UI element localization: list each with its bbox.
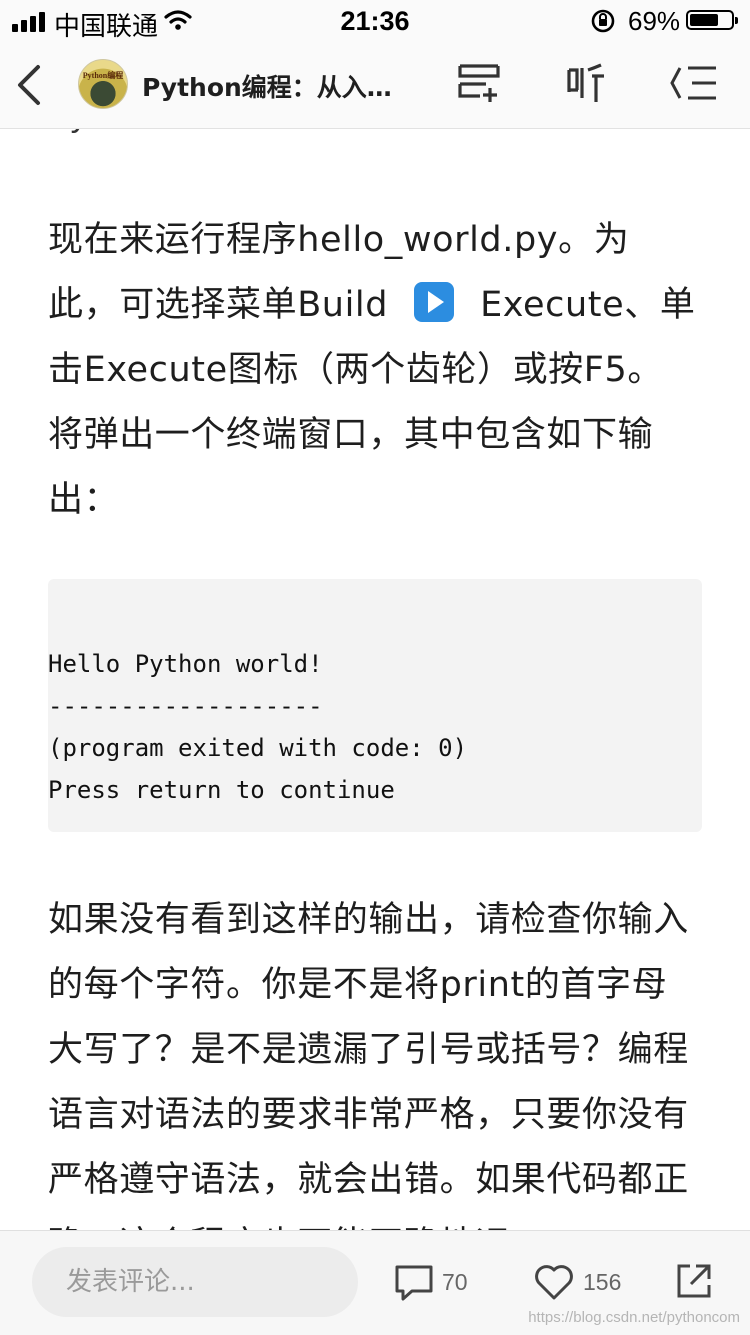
chevron-left-icon[interactable]	[14, 64, 44, 106]
share-icon[interactable]	[676, 1263, 712, 1299]
battery-icon	[686, 10, 738, 30]
book-cover-avatar[interactable]: Python编程	[78, 59, 128, 109]
code-block: Hello Python world! ------------------- …	[48, 579, 702, 832]
play-arrow-icon	[414, 282, 455, 322]
code-line: (program exited with code: 0)	[48, 734, 468, 762]
add-to-shelf-icon[interactable]	[456, 62, 502, 104]
heart-icon[interactable]	[534, 1263, 574, 1301]
comment-icon[interactable]	[394, 1263, 434, 1303]
code-line: -------------------	[48, 692, 323, 720]
watermark: https://blog.csdn.net/pythoncom	[528, 1309, 740, 1326]
battery-fill	[690, 14, 718, 26]
code-line: Hello Python world!	[48, 650, 323, 678]
status-bar: 中国联通 21:36 69%	[0, 0, 750, 41]
paragraph-run-instructions: 现在来运行程序hello_world.py。为此，可选择菜单Build Execu…	[48, 208, 696, 533]
comment-count: 70	[442, 1269, 468, 1295]
paragraph-check-input: 如果没有看到这样的输出，请检查你输入的每个字符。你是不是将print的首字母大写…	[48, 900, 689, 1265]
code-line: Press return to continue	[48, 776, 395, 804]
rotation-lock-icon	[591, 9, 615, 33]
listen-icon[interactable]	[566, 62, 606, 104]
bottom-action-bar: 发表评论... 70 156 https://blog.csdn.net/pyt…	[0, 1230, 750, 1335]
book-title[interactable]: Python编程：从入…	[142, 68, 402, 104]
battery-percentage: 69%	[628, 6, 681, 36]
table-of-contents-icon[interactable]	[670, 62, 718, 104]
reader-nav-bar: Python编程 Python编程：从入…	[0, 40, 750, 129]
comment-input[interactable]: 发表评论...	[32, 1247, 358, 1317]
like-count: 156	[583, 1269, 622, 1295]
